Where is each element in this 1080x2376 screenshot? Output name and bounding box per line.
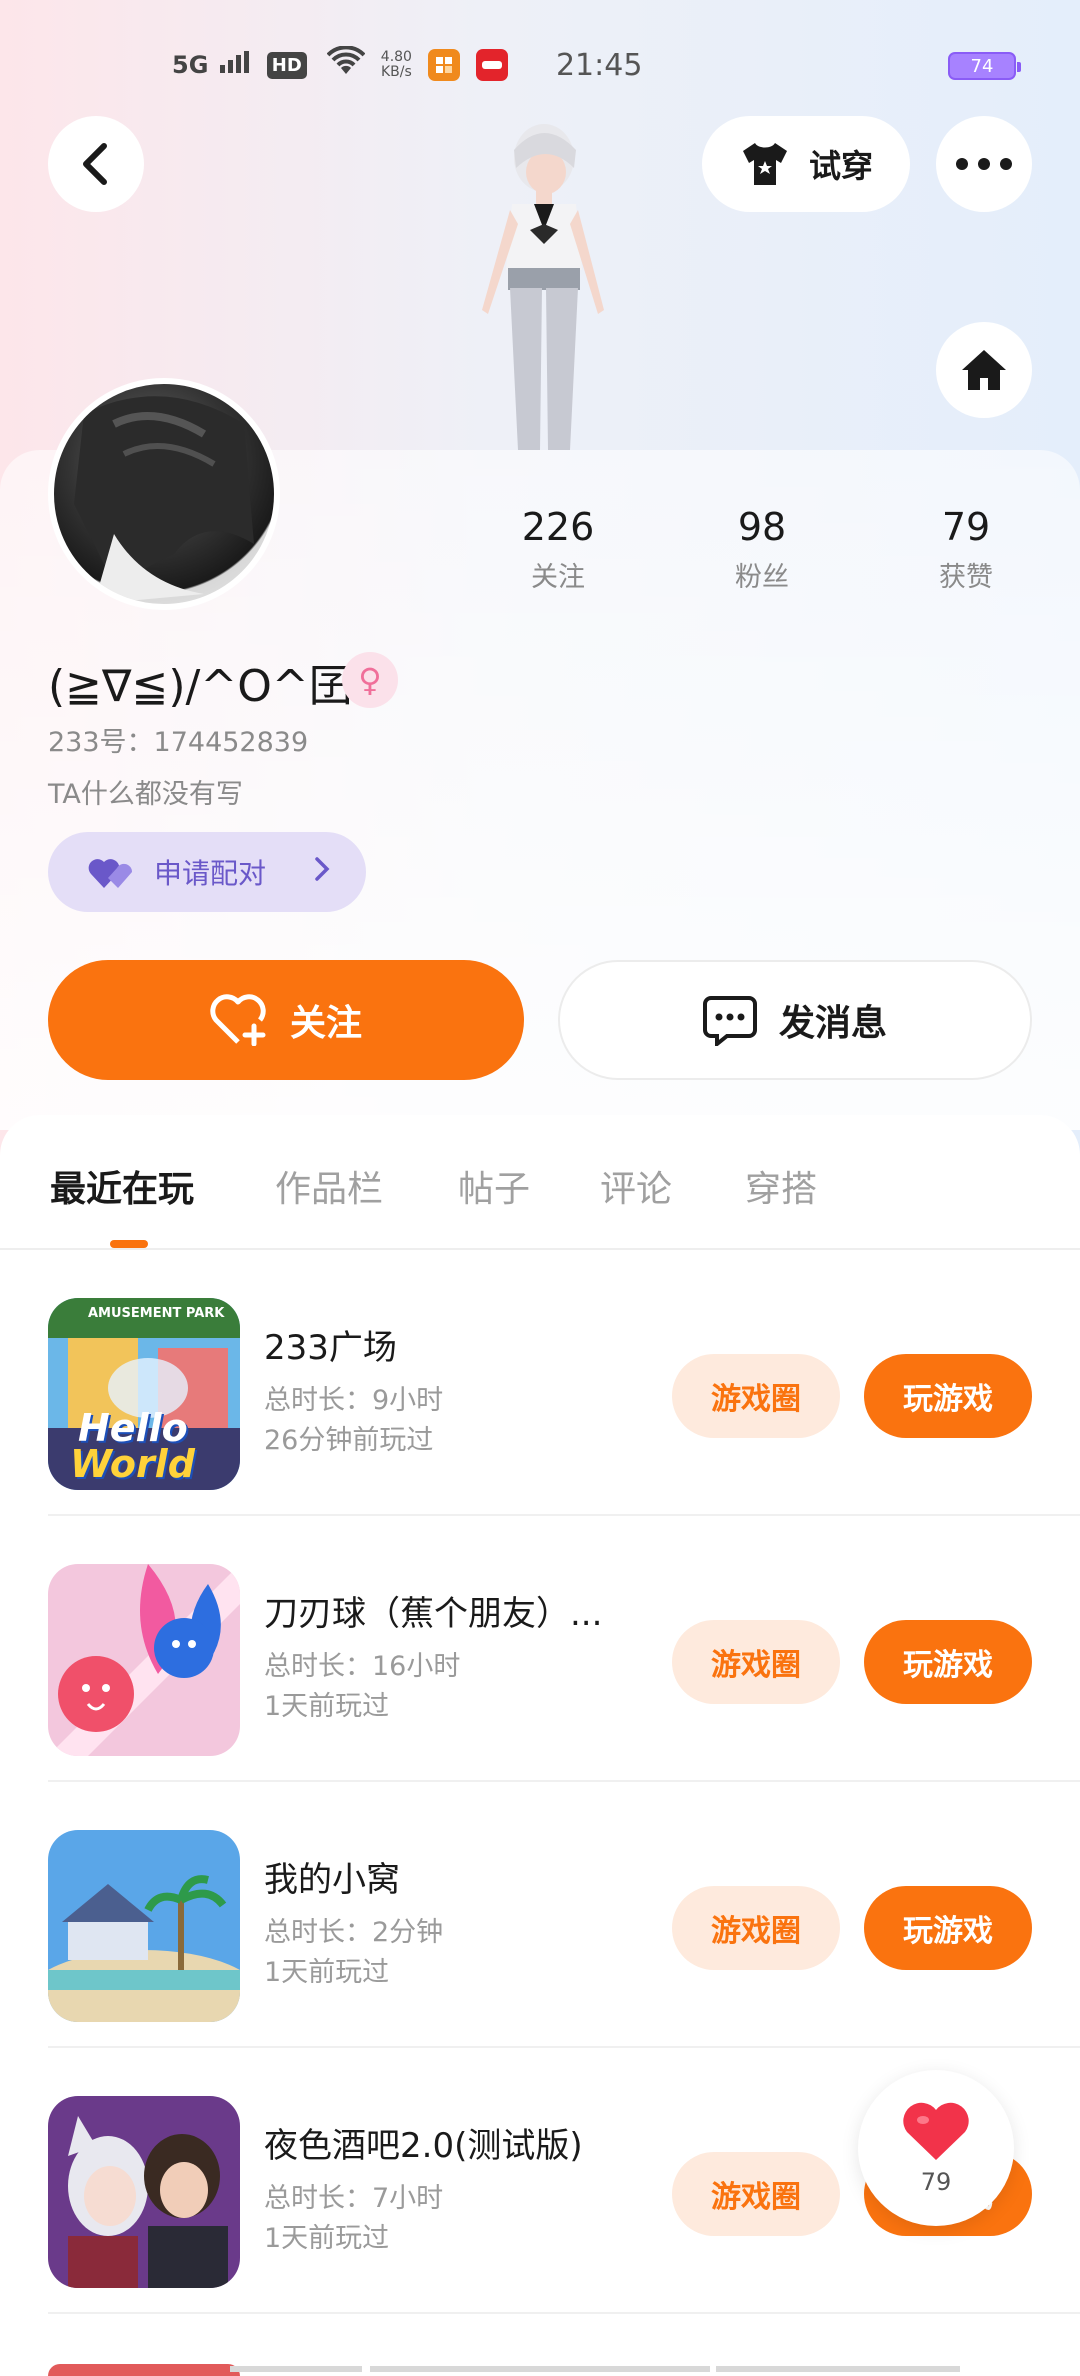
following-label: 关注: [531, 562, 585, 593]
following-count: 226: [521, 505, 595, 549]
game-row[interactable]: 我的小窝 总时长：2分钟 1天前玩过 游戏圈 玩游戏: [0, 1782, 1080, 2048]
battery-level: 74: [970, 55, 994, 77]
game-last-played: 26分钟前玩过: [264, 1425, 434, 1456]
game-duration: 总时长：9小时: [264, 1385, 444, 1416]
avatar-3d-character[interactable]: [452, 120, 632, 450]
active-tab-indicator: [110, 1240, 148, 1248]
tshirt-icon: [742, 143, 787, 185]
game-circle-button[interactable]: 游戏圈: [672, 2152, 840, 2236]
network-speed-value: 4.80: [380, 49, 412, 65]
game-last-played: 1天前玩过: [264, 1691, 390, 1722]
like-count: 79: [920, 2168, 952, 2196]
user-avatar[interactable]: [48, 378, 280, 610]
game-circle-button[interactable]: 游戏圈: [672, 1886, 840, 1970]
tab-works[interactable]: 作品栏: [275, 1160, 383, 1212]
try-on-label: 试穿: [808, 147, 873, 185]
stat-fans[interactable]: 98 粉丝: [682, 505, 842, 594]
send-message-button[interactable]: 发消息: [558, 960, 1032, 1080]
thumbnail-world-text: World: [70, 1442, 195, 1486]
like-floating-button[interactable]: 79: [858, 2070, 1014, 2226]
hd-voice-icon: HD: [266, 51, 307, 79]
game-duration: 总时长：16小时: [264, 1651, 461, 1682]
tab-recently-played[interactable]: 最近在玩: [50, 1160, 194, 1212]
fans-count: 98: [737, 505, 787, 549]
notification-app-icon-2: [475, 49, 508, 81]
play-game-button[interactable]: 玩游戏: [864, 1886, 1032, 1970]
game-last-played: 1天前玩过: [264, 2223, 390, 2254]
fans-label: 粉丝: [735, 562, 789, 593]
stat-likes[interactable]: 79 获赞: [886, 505, 1046, 594]
profile-tabs: 最近在玩 作品栏 帖子 评论 穿搭: [0, 1150, 1080, 1250]
user-id: 233号：174452839: [48, 727, 309, 758]
game-thumbnail-blade-ball[interactable]: [48, 1564, 240, 1756]
game-row[interactable]: 刀刃球（蕉个朋友）... 总时长：16小时 1天前玩过 游戏圈 玩游戏: [0, 1516, 1080, 1782]
network-speed-unit: KB/s: [380, 64, 412, 80]
network-speed: 4.80 KB/s: [381, 50, 412, 80]
gender-symbol: ♀: [358, 661, 382, 699]
game-title: 233广场: [264, 1328, 397, 1368]
chevron-right-icon: [314, 855, 330, 890]
network-type: 5G: [172, 51, 209, 79]
battery-icon: 74: [948, 52, 1021, 80]
likes-count: 79: [941, 505, 991, 549]
game-circle-button[interactable]: 游戏圈: [672, 1354, 840, 1438]
user-nickname: (≧∇≦)/^O^囝: [48, 661, 353, 712]
game-title: 夜色酒吧2.0(测试版): [264, 2126, 583, 2166]
follow-label: 关注: [289, 1003, 362, 1044]
play-game-button[interactable]: 玩游戏: [864, 1620, 1032, 1704]
game-row[interactable]: AMUSEMENT PARK Hello World 233广场 总时长：9小时…: [0, 1250, 1080, 1516]
send-message-label: 发消息: [778, 1003, 887, 1044]
apply-pairing-button[interactable]: 申请配对: [48, 832, 366, 912]
game-circle-button[interactable]: 游戏圈: [672, 1620, 840, 1704]
tab-comments[interactable]: 评论: [600, 1160, 672, 1212]
heart-icon: [903, 2102, 969, 2160]
female-gender-icon: ♀: [342, 652, 398, 708]
back-button[interactable]: [48, 116, 144, 212]
play-game-button[interactable]: 玩游戏: [864, 1354, 1032, 1438]
status-bar: 5G HD 4.80 KB/s 21:45: [0, 0, 1080, 130]
user-bio: TA什么都没有写: [48, 779, 243, 810]
home-button[interactable]: [936, 322, 1032, 418]
more-options-button[interactable]: [936, 116, 1032, 212]
home-icon: [962, 350, 1006, 390]
thumbnail-sign-text: AMUSEMENT PARK: [88, 1306, 225, 1321]
clock: 21:45: [555, 47, 643, 83]
tab-outfits[interactable]: 穿搭: [745, 1160, 817, 1212]
stat-following[interactable]: 226 关注: [478, 505, 638, 594]
double-heart-icon: [88, 859, 133, 888]
game-thumbnail-night-bar[interactable]: [48, 2096, 240, 2288]
next-row-peek: [0, 2350, 1080, 2376]
game-title: 我的小窝: [264, 1860, 400, 1900]
heart-plus-icon: [210, 994, 266, 1046]
game-duration: 总时长：7小时: [264, 2183, 444, 2214]
chat-bubble-icon: [702, 996, 757, 1046]
game-title: 刀刃球（蕉个朋友）...: [264, 1594, 603, 1634]
game-last-played: 1天前玩过: [264, 1957, 390, 1988]
apply-pairing-label: 申请配对: [154, 857, 267, 890]
wifi-icon: [326, 45, 366, 84]
more-dots-icon: [956, 158, 1012, 170]
game-duration: 总时长：2分钟: [264, 1917, 444, 1948]
try-on-button[interactable]: 试穿: [702, 116, 910, 212]
tab-posts[interactable]: 帖子: [458, 1160, 530, 1212]
chevron-left-icon: [83, 143, 107, 185]
follow-button[interactable]: 关注: [48, 960, 524, 1080]
game-thumbnail-my-home[interactable]: [48, 1830, 240, 2022]
game-thumbnail-plaza[interactable]: AMUSEMENT PARK Hello World: [48, 1298, 240, 1490]
notification-app-icon: [427, 49, 460, 81]
row-divider: [48, 2312, 1080, 2314]
likes-label: 获赞: [939, 562, 993, 593]
cellular-signal-icon: 5G: [172, 51, 249, 79]
